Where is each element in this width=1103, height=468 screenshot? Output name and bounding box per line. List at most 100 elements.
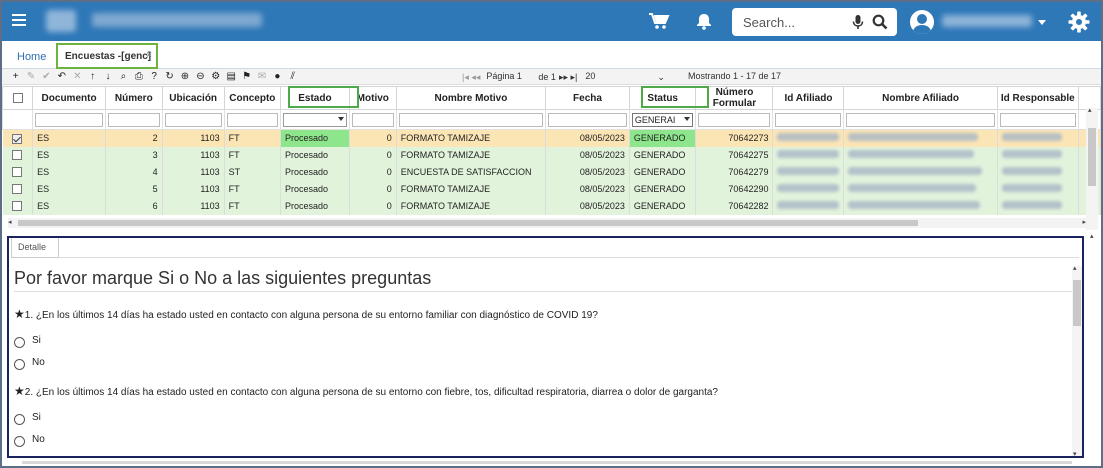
filter-documento[interactable] [35, 112, 103, 127]
filter-numero[interactable] [107, 112, 160, 127]
filter-status[interactable]: GENERAI [631, 112, 694, 127]
row-checkbox[interactable] [12, 150, 23, 161]
bell-icon[interactable] [696, 12, 712, 33]
tab-home[interactable]: Home [17, 51, 46, 63]
scroll-right-icon[interactable]: ▸ [1082, 218, 1086, 226]
col-documento[interactable]: Documento [32, 86, 106, 110]
undo-icon[interactable]: ↶ [54, 70, 69, 84]
filter-fecha[interactable] [548, 112, 627, 127]
col-id-responsable[interactable]: Id Responsable [996, 86, 1079, 110]
scroll-thumb[interactable] [22, 461, 1072, 464]
page-horizontal-scrollbar[interactable] [2, 460, 1101, 466]
row-checkbox[interactable] [12, 133, 23, 144]
scroll-left-icon[interactable]: ◂ [8, 218, 12, 226]
col-nombre-afiliado[interactable]: Nombre Afiliado [843, 86, 998, 110]
gear-icon[interactable] [1068, 11, 1090, 36]
question-2-option-si[interactable]: Si [14, 410, 41, 425]
settings-icon[interactable]: ⚙ [208, 70, 223, 84]
row-select-cell[interactable] [2, 163, 34, 181]
filter-nombre-afiliado[interactable] [846, 112, 995, 127]
chevron-down-icon[interactable] [337, 116, 344, 121]
table-row[interactable]: ES 2 1103 FT Procesado 0 FORMATO TAMIZAJ… [2, 129, 1101, 147]
info-icon[interactable]: ● [270, 70, 285, 84]
scroll-thumb[interactable] [18, 220, 918, 226]
grid-horizontal-scrollbar[interactable]: ◂ ▸ [8, 218, 1088, 228]
pencil-icon[interactable]: ✎ [23, 70, 38, 84]
scroll-up-icon[interactable]: ▴ [1088, 106, 1092, 114]
filter-concepto[interactable] [226, 112, 278, 127]
table-row[interactable]: ES 5 1103 FT Procesado 0 FORMATO TAMIZAJ… [2, 180, 1101, 198]
user-name-redacted[interactable] [942, 15, 1032, 27]
plus-icon[interactable]: + [8, 70, 23, 84]
row-select-cell[interactable] [2, 146, 34, 164]
tab-detalle[interactable]: Detalle [11, 238, 59, 258]
close-icon[interactable]: × [146, 50, 152, 61]
search-box[interactable]: Search... [732, 8, 897, 36]
check-icon[interactable]: ✔ [39, 70, 54, 84]
scroll-down-icon[interactable]: ▾ [1073, 450, 1077, 458]
col-ubicacion[interactable]: Ubicación [161, 86, 225, 110]
radio-button[interactable] [14, 414, 25, 425]
arrow-down-icon[interactable]: ↓ [100, 70, 115, 84]
filter-id-afiliado[interactable] [775, 112, 842, 127]
next-page-icon[interactable]: ▸▸ ▸| [559, 72, 577, 83]
row-select-cell[interactable] [2, 197, 34, 215]
chevron-down-icon[interactable] [684, 116, 691, 121]
question-1-option-no[interactable]: No [14, 355, 45, 370]
microphone-icon[interactable] [852, 14, 864, 33]
filter-id-responsable[interactable] [999, 112, 1076, 127]
search-icon[interactable] [872, 14, 888, 33]
col-fecha[interactable]: Fecha [545, 86, 630, 110]
filter-estado[interactable] [283, 112, 347, 127]
question-1-option-si[interactable]: Si [14, 333, 41, 348]
row-checkbox[interactable] [12, 201, 23, 212]
row-checkbox[interactable] [12, 184, 23, 195]
column-resize-icon[interactable]: ⫽ [285, 70, 300, 84]
filter-ubicacion[interactable] [164, 112, 222, 127]
menu-icon[interactable] [12, 14, 26, 26]
refresh-icon[interactable]: ↻ [162, 70, 177, 84]
mail-icon[interactable]: ✉ [254, 70, 269, 84]
detail-vertical-scrollbar[interactable]: ▴ ▾ [1072, 264, 1082, 458]
filter-motivo[interactable] [351, 112, 394, 127]
col-id-afiliado[interactable]: Id Afiliado [772, 86, 845, 110]
table-row[interactable]: ES 4 1103 ST Procesado 0 ENCUESTA DE SAT… [2, 163, 1101, 181]
scroll-thumb[interactable] [1088, 128, 1096, 186]
scroll-up-icon[interactable]: ▴ [1073, 264, 1077, 272]
zoom-out-icon[interactable]: ⊖ [193, 70, 208, 84]
select-all-cell[interactable] [2, 86, 34, 110]
filter-nombre-motivo[interactable] [398, 112, 544, 127]
row-select-cell[interactable] [2, 129, 34, 147]
col-numero[interactable]: Número [104, 86, 163, 110]
select-all-checkbox[interactable] [12, 92, 23, 103]
table-row[interactable]: ES 6 1103 FT Procesado 0 FORMATO TAMIZAJ… [2, 197, 1101, 215]
grid-vertical-scrollbar[interactable]: ▴ [1086, 106, 1098, 230]
print-icon[interactable]: ⎙ [131, 70, 146, 84]
scroll-thumb[interactable] [1073, 280, 1081, 326]
question-2-option-no[interactable]: No [14, 432, 45, 447]
cart-icon[interactable] [648, 12, 670, 33]
row-checkbox[interactable] [12, 167, 23, 178]
first-page-icon[interactable]: |◂ ◂◂ [462, 72, 480, 83]
tab-encuestas[interactable]: Encuestas -[genc] × [56, 43, 158, 69]
scroll-up-icon[interactable]: ▴ [1090, 232, 1094, 240]
arrow-up-icon[interactable]: ↑ [85, 70, 100, 84]
filter-numero-formulario[interactable] [698, 112, 771, 127]
zoom-in-icon[interactable]: ⊕ [177, 70, 192, 84]
chevron-down-icon[interactable]: ⌄ [657, 72, 665, 83]
radio-button[interactable] [14, 337, 25, 348]
search-input[interactable]: Search... [743, 15, 795, 30]
radio-button[interactable] [14, 436, 25, 447]
chevron-down-icon[interactable] [1038, 20, 1046, 25]
page-size-select[interactable]: 20 [581, 71, 637, 83]
table-row[interactable]: ES 3 1103 FT Procesado 0 FORMATO TAMIZAJ… [2, 146, 1101, 164]
row-select-cell[interactable] [2, 180, 34, 198]
avatar[interactable] [910, 10, 934, 34]
col-nombre-motivo[interactable]: Nombre Motivo [395, 86, 547, 110]
cross-icon[interactable]: ✕ [70, 70, 85, 84]
search-icon[interactable]: ⌕ [116, 70, 131, 84]
page-number-input[interactable]: Página 1 [484, 71, 538, 83]
pin-icon[interactable]: ⚑ [239, 70, 254, 84]
col-concepto[interactable]: Concepto [223, 86, 282, 110]
bookmark-icon[interactable]: ▤ [223, 70, 238, 84]
